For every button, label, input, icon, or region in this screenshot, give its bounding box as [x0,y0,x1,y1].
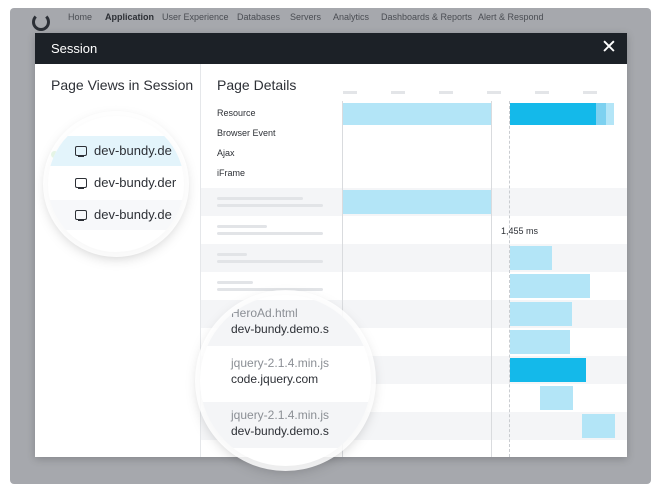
resource-bar[interactable] [596,103,606,125]
resource-host: dev-bundy.demo.s [231,322,329,336]
resource-item[interactable]: jquery-2.1.4.min.js code.jquery.com [200,350,371,396]
resource-item[interactable]: HeroAd.html dev-bundy.demo.s [200,300,371,346]
page-views-title: Page Views in Session [51,77,194,93]
duration-label: 1,455 ms [501,226,539,236]
resource-name: jquery-2.1.4.min.js [231,356,330,370]
page-details-title: Page Details [217,77,297,93]
resource-bar[interactable] [540,386,573,410]
modal-header: Session ✕ [35,33,627,64]
legend-row-ajax[interactable]: Ajax [201,143,627,163]
page-view-label: dev-bundy.de [94,207,172,222]
resource-row[interactable] [201,244,627,272]
nav-item-servers[interactable]: Servers [290,12,321,22]
resource-host-placeholder [217,232,323,235]
timeline-tick [487,91,501,94]
resource-host-placeholder [217,204,323,207]
monitor-icon [75,210,87,222]
resource-bar[interactable] [510,103,596,125]
resource-bar[interactable] [343,190,491,214]
resource-bar[interactable] [510,274,590,298]
page-view-item[interactable]: dev-bundy.der [48,168,184,198]
nav-item-dashboards-reports[interactable]: Dashboards & Reports [381,12,472,22]
resource-name-placeholder [217,197,303,200]
nav-item-home[interactable]: Home [68,12,92,22]
legend-label: Resource [217,108,256,118]
resource-row[interactable] [201,216,627,244]
page-view-item[interactable]: dev-bundy.de [48,200,184,230]
modal-title: Session [51,41,98,56]
nav-item-databases[interactable]: Databases [237,12,280,22]
resource-name: HeroAd.html [231,306,298,320]
resource-host: dev-bundy.demo.s [231,424,329,438]
nav-item-application[interactable]: Application [105,12,154,22]
resource-name-placeholder [217,281,253,284]
timeline-tick [535,91,549,94]
close-button[interactable]: ✕ [601,38,617,57]
legend-row-browser-event[interactable]: Browser Event [201,123,627,143]
page-view-item[interactable]: dev-bundy.de [48,136,184,166]
resource-magnifier: HeroAd.html dev-bundy.demo.s jquery-2.1.… [200,295,371,466]
resource-bar[interactable] [510,330,570,354]
resource-name-placeholder [217,225,267,228]
resource-host: code.jquery.com [231,372,319,386]
logo-icon [32,13,50,31]
resource-bar[interactable] [510,302,572,326]
resource-name: jquery-2.1.4.min.js [231,408,330,422]
resource-host-placeholder [217,288,323,291]
legend-label: Ajax [217,148,235,158]
nav-item-user-experience[interactable]: User Experience [162,12,229,22]
legend-label: Browser Event [217,128,276,138]
timeline-tick [583,91,597,94]
resource-item[interactable]: jquery-2.1.4.min.js dev-bundy.demo.s [200,402,371,448]
monitor-icon [75,178,87,190]
resource-bar[interactable] [343,103,491,125]
legend-label: iFrame [217,168,246,178]
page-views-magnifier: dev-bundy.de dev-bundy.der dev-bundy.de [48,116,184,252]
resource-bar[interactable] [582,414,615,438]
nav-item-analytics[interactable]: Analytics [333,12,369,22]
resource-bar[interactable] [510,358,586,382]
resource-name-placeholder [217,253,247,256]
timeline-marker-line [491,101,492,457]
resource-bar[interactable] [606,103,614,125]
timeline-tick [439,91,453,94]
timeline-tick [343,91,357,94]
legend-row-iframe[interactable]: iFrame [201,163,627,183]
resource-bar[interactable] [510,246,552,270]
monitor-icon [75,146,87,158]
page-view-label: dev-bundy.der [94,175,177,190]
page-view-label: dev-bundy.de [94,143,172,158]
timeline-tick [391,91,405,94]
resource-host-placeholder [217,260,323,263]
nav-item-alert-respond[interactable]: Alert & Respond [478,12,544,22]
